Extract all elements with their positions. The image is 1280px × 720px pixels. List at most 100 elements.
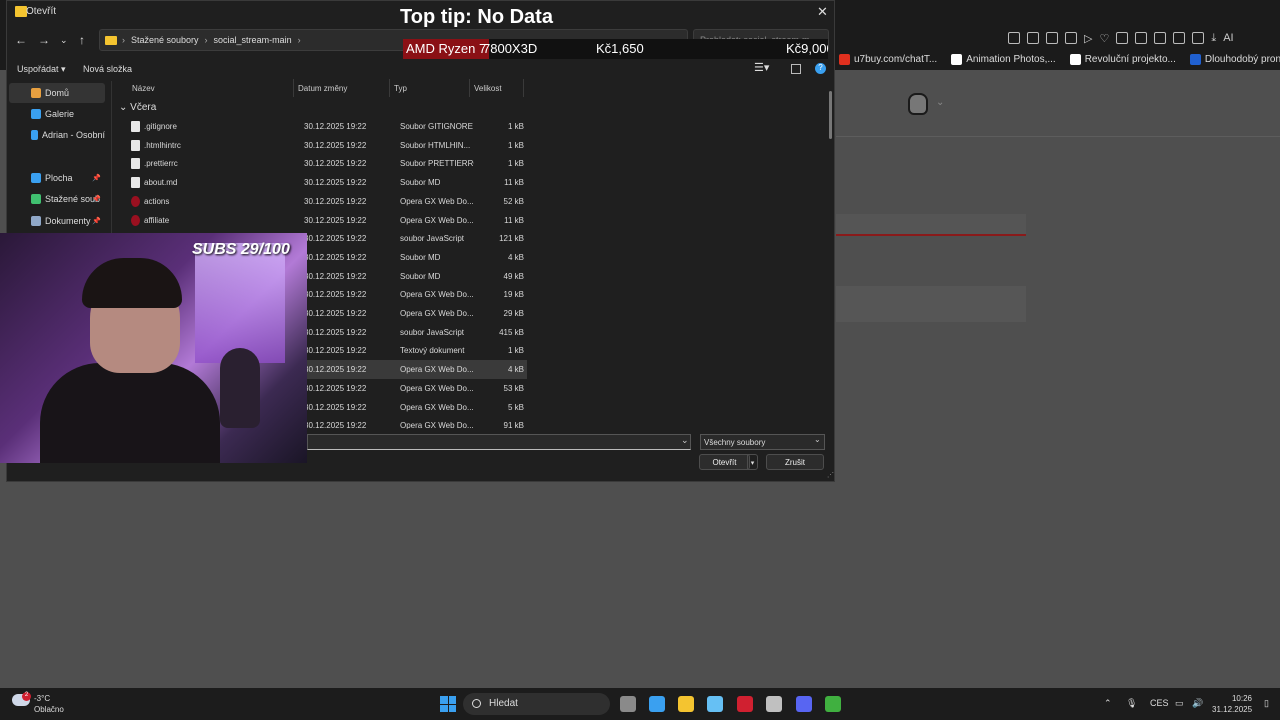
pin-icon[interactable]: 📌 (92, 174, 101, 182)
android-icon[interactable] (825, 696, 841, 712)
weather-condition[interactable]: Oblačno (34, 705, 64, 714)
close-button[interactable]: ✕ (817, 4, 828, 20)
column-divider[interactable] (469, 79, 470, 97)
discord-icon[interactable] (796, 696, 812, 712)
cancel-button[interactable]: Zrušit (766, 454, 824, 470)
link-icon[interactable] (1173, 32, 1186, 44)
nav-item[interactable]: Stažené soub 📌 (9, 189, 105, 209)
column-divider[interactable] (389, 79, 390, 97)
mascot-icon[interactable] (908, 93, 928, 115)
file-date: 30.12.2025 19:22 (304, 215, 367, 225)
profile-icon[interactable] (1192, 32, 1205, 44)
bookmark-item[interactable]: u7buy.com/chatT... (836, 54, 940, 65)
taskbar-search[interactable]: Hledat (463, 693, 610, 715)
steam-icon[interactable] (707, 696, 723, 712)
new-folder-button[interactable]: Nová složka (83, 64, 132, 74)
filetype-select[interactable]: Všechny soubory (700, 434, 825, 450)
chevron-down-icon[interactable]: ⌄ (936, 97, 944, 108)
bookmark-label: Revoluční projekto... (1084, 54, 1176, 65)
chevron-up-icon[interactable]: ⌃ (1104, 698, 1112, 709)
help-icon[interactable]: ? (815, 63, 826, 74)
chevron-down-icon[interactable]: ⌄ (119, 102, 130, 113)
pin-icon[interactable]: 📌 (92, 217, 101, 225)
file-date: 30.12.2025 19:22 (304, 421, 367, 429)
opera-gx-icon (131, 195, 140, 207)
scrollbar[interactable] (829, 91, 832, 139)
bookmark-item[interactable]: Revoluční projekto... (1067, 54, 1179, 65)
bookmark-item[interactable]: Animation Photos,... (948, 54, 1059, 65)
file-row[interactable]: affiliate 30.12.2025 19:22 Opera GX Web Do… (123, 211, 527, 230)
view-options-icon[interactable]: ☰▾ (754, 61, 769, 74)
file-row[interactable]: about.md 30.12.2025 19:22 Soubor MD 11 kB (123, 173, 527, 192)
open-button[interactable]: Otevřít (699, 454, 750, 470)
forward-arrow-icon[interactable]: → (38, 33, 50, 47)
file-row[interactable]: .htmlhintrc 30.12.2025 19:22 Soubor HTMLHI… (123, 136, 527, 155)
recent-locations-chevron-icon[interactable]: ⌄ (60, 35, 68, 46)
file-icon (131, 158, 140, 170)
volume-icon[interactable]: 🔊 (1192, 698, 1203, 709)
organize-button[interactable]: Uspořádat ▾ (17, 64, 66, 75)
temperature[interactable]: -3°C (34, 694, 50, 703)
back-arrow-icon[interactable]: ← (15, 33, 27, 47)
page-textarea[interactable] (836, 286, 1026, 322)
font-icon[interactable] (1135, 32, 1148, 44)
pin-icon[interactable]: 📌 (92, 195, 101, 203)
app-icon[interactable] (766, 696, 782, 712)
breadcrumb-downloads[interactable]: Stažené soubory (131, 35, 199, 45)
file-explorer-icon[interactable] (678, 696, 694, 712)
column-type[interactable]: Typ (394, 84, 407, 93)
browser-toolbar-icons: ▷ ♡ ⤓ AI (1008, 30, 1276, 46)
nav-item[interactable]: Domů (9, 83, 105, 103)
clock[interactable]: 10:26 31.12.2025 (1212, 693, 1252, 715)
nav-item[interactable]: Galerie (9, 104, 105, 124)
nav-item[interactable]: Dokumenty 📌 (9, 211, 105, 231)
start-windows-icon[interactable] (440, 696, 456, 712)
column-name[interactable]: Název (132, 84, 155, 93)
file-size: 11 kB (504, 215, 524, 225)
network-icon[interactable]: ▭ (1175, 698, 1184, 709)
heart-icon[interactable]: ♡ (1099, 32, 1109, 45)
nav-item[interactable]: Adrian - Osobní (9, 125, 105, 145)
microphone-icon[interactable]: 🎙 (1126, 698, 1137, 709)
tab-icon[interactable] (1154, 32, 1167, 44)
column-size[interactable]: Velikost (474, 84, 502, 93)
breadcrumb-social-stream[interactable]: social_stream-main (214, 35, 292, 45)
up-arrow-icon[interactable]: ↑ (79, 33, 85, 47)
chevron-down-icon[interactable]: ⌄ (681, 435, 689, 446)
file-size: 11 kB (504, 178, 524, 188)
media-icon[interactable] (1116, 32, 1129, 44)
file-type: soubor JavaScript (400, 234, 465, 244)
extension-icon[interactable] (1008, 32, 1020, 44)
file-type: soubor JavaScript (400, 327, 465, 337)
store-icon[interactable] (649, 696, 665, 712)
shield-icon[interactable] (1046, 32, 1058, 44)
chevron-down-icon[interactable]: ⌄ (814, 435, 821, 444)
page-input-field[interactable] (836, 214, 1026, 234)
file-row[interactable]: actions 30.12.2025 19:22 Opera GX Web Do..… (123, 192, 527, 211)
nav-item-label: Domů (45, 88, 70, 98)
download-icon[interactable]: ⤓ (1211, 32, 1216, 45)
bookmark-favicon-icon (839, 54, 850, 65)
price-ticker: AMD Ryzen 7 7800X3D Kč1,650 Kč9,000 (403, 39, 828, 59)
language-indicator[interactable]: CES (1150, 698, 1169, 708)
file-row[interactable]: .prettierrc 30.12.2025 19:22 Soubor PRETTI… (123, 154, 527, 173)
open-options-chevron-icon[interactable]: ▾ (747, 454, 758, 470)
opera-gx-icon[interactable] (737, 696, 753, 712)
column-divider[interactable] (293, 79, 294, 97)
group-header[interactable]: ⌄ Včera (119, 102, 156, 113)
filename-input[interactable] (307, 434, 691, 450)
notification-icon[interactable]: ▯ (1264, 698, 1269, 709)
play-icon[interactable]: ▷ (1084, 32, 1092, 45)
nav-item[interactable]: Plocha 📌 (9, 168, 105, 188)
preview-pane-icon[interactable] (791, 64, 801, 74)
column-date[interactable]: Datum změny (298, 84, 347, 93)
column-divider[interactable] (523, 79, 524, 97)
screenshot-icon[interactable] (1027, 32, 1039, 44)
file-row[interactable]: .gitignore 30.12.2025 19:22 Soubor GITIGNO… (123, 117, 527, 136)
translate-icon[interactable] (1065, 32, 1077, 44)
task-view-icon[interactable] (620, 696, 636, 712)
resize-grip-icon[interactable]: ⋰ (827, 471, 834, 479)
ai-button[interactable]: AI (1223, 32, 1233, 44)
file-date: 30.12.2025 19:22 (304, 140, 367, 150)
bookmark-item[interactable]: Dlouhodobý proná... (1187, 54, 1280, 65)
